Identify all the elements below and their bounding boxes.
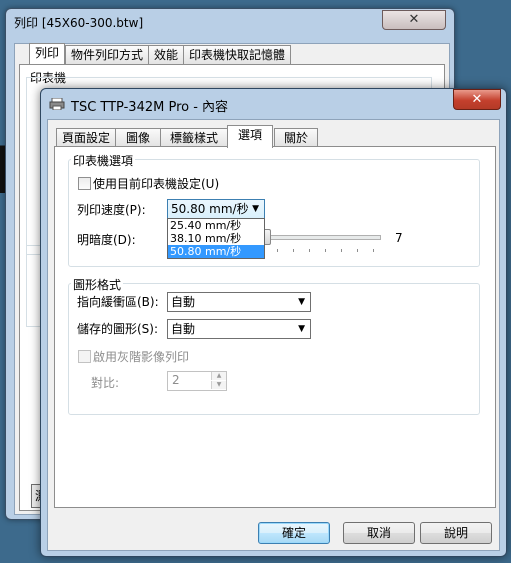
tab-printer-cache[interactable]: 印表機快取記憶體 (183, 45, 292, 64)
tab-graphics[interactable]: 圖像 (115, 128, 161, 147)
chevron-down-icon: ▼ (298, 324, 305, 334)
dropdown-option[interactable]: 38.10 mm/秒 (168, 232, 264, 245)
chevron-down-icon: ▼ (298, 297, 305, 307)
help-button[interactable]: 說明 (420, 522, 492, 544)
grayscale-checkbox[interactable] (78, 350, 91, 363)
dialog-title: TSC TTP-342M Pro - 內容 (71, 100, 229, 115)
contrast-label: 對比: (91, 376, 120, 390)
print-window-title: 列印 [45X60-300.btw] (14, 16, 144, 30)
dither-value: 自動 (171, 295, 196, 309)
tab-label-style[interactable]: 標籤樣式 (160, 128, 228, 147)
cancel-button[interactable]: 取消 (343, 522, 415, 544)
tab-performance[interactable]: 效能 (148, 45, 185, 64)
dither-combo[interactable]: 自動 ▼ (167, 292, 311, 312)
contrast-value: 2 (172, 373, 180, 387)
dither-label: 指向緩衝區(B): (77, 295, 159, 309)
print-speed-value: 50.80 mm/秒 (171, 202, 249, 216)
slider-tick (341, 249, 342, 252)
darkness-value: 7 (395, 231, 403, 245)
grayscale-label: 啟用灰階影像列印 (93, 350, 190, 364)
darkness-label: 明暗度(D): (77, 233, 136, 247)
printer-icon (49, 97, 65, 111)
graphics-format-label: 圖形格式 (71, 276, 124, 293)
tab-print[interactable]: 列印 (29, 43, 66, 65)
slider-tick (309, 249, 310, 252)
tab-page-setup[interactable]: 頁面設定 (56, 128, 116, 147)
printer-options-label: 印表機選項 (71, 152, 136, 169)
dropdown-option-selected[interactable]: 50.80 mm/秒 (168, 245, 264, 258)
print-speed-label: 列印速度(P): (77, 203, 146, 217)
tab-options[interactable]: 選項 (227, 125, 273, 148)
stored-graphics-label: 儲存的圖形(S): (77, 322, 159, 336)
spin-down-icon[interactable]: ▼ (211, 381, 226, 389)
close-icon[interactable]: ✕ (382, 10, 446, 30)
slider-tick (373, 249, 374, 252)
stored-graphics-value: 自動 (171, 322, 196, 336)
slider-tick (293, 249, 294, 252)
use-current-settings-label[interactable]: 使用目前印表機設定(U) (93, 175, 219, 192)
options-tab-panel: 印表機選項 使用目前印表機設定(U) 列印速度(P): 50.80 mm/秒 ▼… (54, 146, 496, 508)
print-speed-dropdown: 25.40 mm/秒 38.10 mm/秒 50.80 mm/秒 (167, 218, 265, 259)
slider-tick (357, 249, 358, 252)
chevron-down-icon: ▼ (252, 204, 259, 214)
tab-object-print[interactable]: 物件列印方式 (65, 45, 150, 64)
close-button[interactable]: ✕ (453, 89, 501, 110)
slider-tick (325, 249, 326, 252)
tab-about[interactable]: 關於 (274, 128, 318, 147)
dropdown-option[interactable]: 25.40 mm/秒 (168, 219, 264, 232)
slider-tick (277, 249, 278, 252)
stored-graphics-combo[interactable]: 自動 ▼ (167, 319, 311, 339)
ok-button[interactable]: 確定 (258, 522, 330, 544)
print-speed-combo[interactable]: 50.80 mm/秒 ▼ (167, 199, 265, 219)
use-current-settings-checkbox[interactable] (78, 177, 91, 190)
printer-properties-dialog: TSC TTP-342M Pro - 內容 ✕ 頁面設定 圖像 標籤樣式 選項 … (40, 88, 507, 557)
dialog-body: 頁面設定 圖像 標籤樣式 選項 關於 印表機選項 使用目前印表機設定(U) 列印… (47, 119, 500, 551)
contrast-spinner[interactable]: 2 ▲ ▼ (167, 371, 227, 391)
spin-up-icon[interactable]: ▲ (211, 372, 226, 380)
